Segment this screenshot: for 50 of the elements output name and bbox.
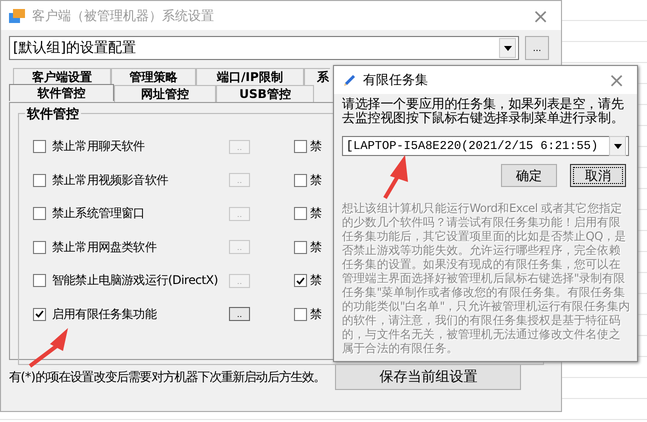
pencil-icon — [342, 72, 358, 88]
option-label: 禁止常用网盘类软件 — [52, 238, 158, 256]
checkbox[interactable] — [33, 308, 46, 321]
checkbox[interactable] — [33, 207, 46, 220]
dialog-button[interactable]: 确定 — [501, 164, 557, 187]
option-label: 禁止系统管理窗口 — [52, 205, 146, 222]
window-title: 客户端（被管理机器）系统设置 — [32, 8, 215, 24]
tab[interactable]: 端口/IP限制 — [196, 68, 304, 85]
description-text: 想让该组计算机只能运行Word和Excel 或者其它您指定的少数几个软件吗？请尝试有限任务集功能！启用有限任务集功能后，其它设置项里面的比如是否禁止QQ，是否禁止游戏等功能失效。允许运行哪些程序，完全依赖任务集的设置。如果没有现成的有限任务集，您可以在管理端主界面选择好被管理机后鼠标右键选择"录制有限任务集"菜单制作或者修改您的有限任务集。有限任务集的功能类似"白名单"，只允许被管理机运行有限任务集内的软件，请注意，我们的有限任务集授权是基于特征码的，与文件名无关，被管理机无法通过修改文件名使之属于合法的有限任务。 — [342, 201, 631, 355]
footnote-text: 有(*)的项在设置改变后需要对方机器下次重新启动后方生效。 — [9, 368, 326, 386]
option-label: 智能禁止电脑游戏运行(DirectX) — [52, 272, 219, 290]
option-label: 禁止常用聊天软件 — [52, 138, 146, 156]
tab[interactable]: 系 — [304, 68, 330, 85]
annotation-arrow — [28, 328, 68, 368]
checkbox[interactable] — [294, 274, 307, 288]
tab[interactable]: 软件管控 — [9, 84, 114, 101]
more-button[interactable]: ... — [525, 36, 549, 60]
checkbox[interactable] — [294, 240, 307, 254]
checkbox[interactable] — [33, 140, 46, 154]
app-icon — [9, 8, 25, 22]
dialog-button[interactable]: 取消 — [570, 164, 626, 187]
option-label: 禁 — [310, 272, 322, 290]
option-settings-button[interactable]: .. — [229, 307, 250, 322]
option-label: 禁 — [310, 138, 322, 156]
task-dropdown[interactable]: [LAPTOP-I5A8E220(2021/2/15 6:21:55) — [342, 136, 629, 156]
checkbox[interactable] — [294, 140, 307, 154]
option-label: 禁 — [310, 306, 322, 323]
checkbox[interactable] — [33, 174, 46, 187]
tab[interactable]: 客户端设置 — [13, 68, 111, 85]
profile-dropdown[interactable]: [默认组]的设置配置 — [9, 36, 519, 60]
checkbox[interactable] — [294, 174, 307, 187]
close-button[interactable]: × — [604, 70, 629, 90]
tab[interactable]: 网址管控 — [114, 85, 216, 102]
option-label: 禁 — [310, 172, 322, 189]
checkbox[interactable] — [33, 240, 46, 254]
group-title: 软件管控 — [25, 105, 81, 123]
tab[interactable]: USB管控 — [216, 85, 314, 102]
annotation-arrow — [383, 155, 408, 200]
checkbox[interactable] — [294, 308, 307, 321]
checkbox[interactable] — [294, 207, 307, 220]
tab[interactable]: 管理策略 — [111, 68, 196, 85]
option-label: 禁止常用视频影音软件 — [52, 172, 170, 189]
prompt-text: 请选择一个要应用的任务集，如果列表是空，请先去监控视图按下鼠标右键选择录制菜单进行录制。 — [342, 98, 625, 126]
save-button[interactable]: 保存当前组设置 — [335, 364, 522, 390]
dialog-title: 有限任务集 — [363, 72, 429, 89]
option-label: 禁 — [310, 238, 322, 256]
checkbox[interactable] — [33, 274, 46, 288]
option-label: 禁 — [310, 205, 322, 222]
option-label: 启用有限任务集功能 — [52, 306, 158, 323]
close-button[interactable]: × — [528, 6, 553, 26]
